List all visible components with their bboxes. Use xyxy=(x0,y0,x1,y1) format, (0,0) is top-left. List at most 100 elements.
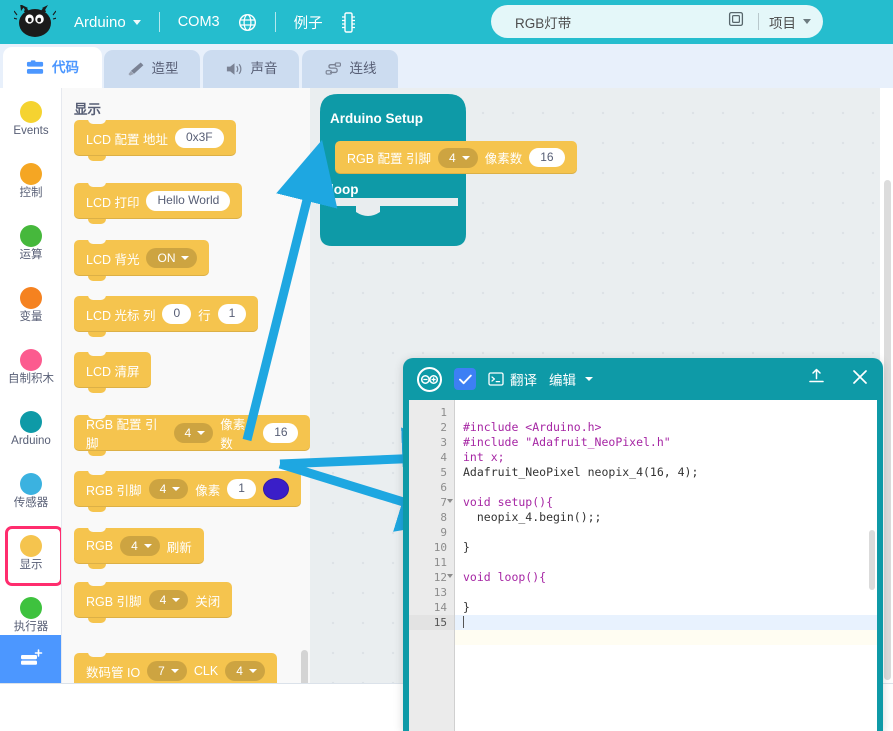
block-dropdown-io[interactable]: 7 xyxy=(147,661,187,681)
category-color-dot xyxy=(20,224,42,247)
color-swatch[interactable] xyxy=(262,478,289,500)
block-dropdown-pin[interactable]: 4 xyxy=(148,590,189,610)
block-text: RGB 引脚 xyxy=(86,483,142,498)
add-extension-button[interactable] xyxy=(0,635,61,683)
sidebar-item-sensors[interactable]: 传感器 xyxy=(0,460,61,522)
line-number: 14 xyxy=(433,601,447,614)
lcd-cursor-block[interactable]: LCD 光标 列 0 行 1 xyxy=(74,295,259,337)
project-name-input[interactable]: RGB灯带 xyxy=(503,12,728,32)
category-color-dot xyxy=(20,286,42,309)
sidebar-item-display[interactable]: 显示 xyxy=(0,522,61,586)
sidebar-item-variables[interactable]: 变量 xyxy=(0,274,61,336)
save-icon[interactable] xyxy=(728,11,748,32)
close-icon xyxy=(853,369,867,384)
sevenseg-block[interactable]: 数码管 IO 7 CLK 4 xyxy=(74,652,277,683)
cat-logo-icon[interactable] xyxy=(0,0,70,44)
checkmark-icon xyxy=(458,374,472,384)
block-field-col[interactable]: 0 xyxy=(162,304,192,324)
category-color-dot xyxy=(20,596,42,619)
project-bar: RGB灯带 项目 xyxy=(491,5,823,38)
serial-port-label[interactable]: COM3 xyxy=(169,0,229,44)
block-text: RGB 配置 引脚 xyxy=(347,152,432,166)
block-text: 像素 xyxy=(195,483,221,498)
lcd-clear-block[interactable]: LCD 清屏 xyxy=(74,351,152,393)
loop-label: loop xyxy=(330,182,359,197)
category-color-dot xyxy=(20,534,42,557)
block-field-address[interactable]: 0x3F xyxy=(174,128,224,148)
lcd-backlight-block[interactable]: LCD 背光 ON xyxy=(74,239,210,281)
examples-menu[interactable]: 例子 xyxy=(285,0,332,44)
category-label: Arduino xyxy=(11,434,51,447)
code-line: void setup(){ xyxy=(455,495,877,510)
rgb-off-block[interactable]: RGB 引脚 4 关闭 xyxy=(74,581,233,623)
block-field-pixels[interactable]: 16 xyxy=(529,147,565,168)
translate-button[interactable]: 翻译 xyxy=(488,369,537,389)
page-scrollbar[interactable] xyxy=(884,180,891,680)
code-line-current[interactable] xyxy=(455,615,877,630)
block-dropdown-pin[interactable]: 4 xyxy=(438,147,478,168)
rgb-config-workspace-block[interactable]: RGB 配置 引脚 4 像素数 16 xyxy=(335,141,577,174)
line-number: 8 xyxy=(440,511,447,524)
code-line-text: int x; xyxy=(463,450,505,464)
line-number: 13 xyxy=(433,586,447,599)
code-editor[interactable]: 1 2 3 4 5 6 7 8 9 10 11 12 13 14 15 #inc… xyxy=(409,400,877,731)
tab-code-label: 代码 xyxy=(52,59,79,75)
category-color-dot xyxy=(20,410,42,433)
code-line: Adafruit_NeoPixel neopix_4(16, 4); xyxy=(463,465,699,479)
block-dropdown-state[interactable]: ON xyxy=(146,248,198,268)
code-panel[interactable]: 翻译 编辑 1 2 3 4 5 6 7 8 9 10 11 12 13 14 1… xyxy=(403,358,883,731)
code-panel-header: 翻译 编辑 xyxy=(403,358,883,400)
tab-sound[interactable]: 声音 xyxy=(203,50,299,88)
code-line-text: #include "Adafruit_NeoPixel.h" xyxy=(463,435,671,449)
rgb-config-block[interactable]: RGB 配置 引脚 4 像素数 16 xyxy=(74,414,310,456)
block-text: LCD 打印 xyxy=(86,195,140,210)
sidebar-item-control[interactable]: 控制 xyxy=(0,150,61,212)
block-dropdown-clk[interactable]: 4 xyxy=(225,661,265,681)
tab-code[interactable]: 代码 xyxy=(3,47,102,88)
line-number: 2 xyxy=(440,421,447,434)
editor-code-area[interactable]: #include <Arduino.h> #include "Adafruit_… xyxy=(455,400,877,731)
tab-wiring[interactable]: 连线 xyxy=(302,50,398,88)
block-palette[interactable]: 显示 LCD 配置 地址 0x3F LCD 打印 Hello World LCD… xyxy=(62,88,310,683)
block-text: 像素数 xyxy=(484,152,523,166)
block-dropdown-pin[interactable]: 4 xyxy=(173,423,214,443)
rgb-refresh-block[interactable]: RGB 4 刷新 xyxy=(74,527,204,569)
line-number: 9 xyxy=(440,526,447,539)
globe-icon[interactable] xyxy=(229,0,266,44)
rgb-pixel-block[interactable]: RGB 引脚 4 像素 1 xyxy=(74,470,301,512)
chip-icon[interactable] xyxy=(332,0,365,44)
block-field-text[interactable]: Hello World xyxy=(146,191,231,211)
paintbrush-icon xyxy=(127,62,143,76)
examples-label: 例子 xyxy=(293,15,323,32)
lcd-config-block[interactable]: LCD 配置 地址 0x3F xyxy=(74,119,236,161)
project-menu[interactable]: 项目 xyxy=(769,12,811,32)
code-line: int x; xyxy=(455,450,877,465)
upload-button[interactable] xyxy=(808,368,825,391)
app-name-menu[interactable]: Arduino xyxy=(70,0,150,44)
palette-scrollbar[interactable] xyxy=(301,650,308,683)
sidebar-item-events[interactable]: Events xyxy=(0,88,61,150)
tab-costume[interactable]: 造型 xyxy=(104,50,200,88)
close-button[interactable] xyxy=(851,368,869,391)
sidebar-item-myblocks[interactable]: 自制积木 xyxy=(0,336,61,398)
block-field-pixels[interactable]: 16 xyxy=(263,423,298,443)
code-line-text: void setup(){ xyxy=(463,495,554,509)
dropdown-value: 4 xyxy=(159,593,167,607)
edit-menu[interactable]: 编辑 xyxy=(549,369,593,389)
verify-toggle-button[interactable] xyxy=(454,368,476,390)
block-field-row[interactable]: 1 xyxy=(217,304,247,324)
fold-triangle-icon[interactable] xyxy=(447,574,453,578)
block-dropdown-pin[interactable]: 4 xyxy=(148,479,189,499)
sidebar-item-operators[interactable]: 运算 xyxy=(0,212,61,274)
block-dropdown-pin[interactable]: 4 xyxy=(120,536,160,556)
category-color-dot xyxy=(20,100,42,123)
block-text: RGB 配置 引脚 xyxy=(86,418,158,451)
block-text: LCD 光标 列 xyxy=(86,308,156,323)
lcd-print-block[interactable]: LCD 打印 Hello World xyxy=(74,182,243,224)
fold-triangle-icon[interactable] xyxy=(447,499,453,503)
sidebar-item-arduino[interactable]: Arduino xyxy=(0,398,61,460)
category-label: 控制 xyxy=(19,186,43,199)
block-field-index[interactable]: 1 xyxy=(227,479,256,499)
editor-scrollbar[interactable] xyxy=(869,530,875,590)
